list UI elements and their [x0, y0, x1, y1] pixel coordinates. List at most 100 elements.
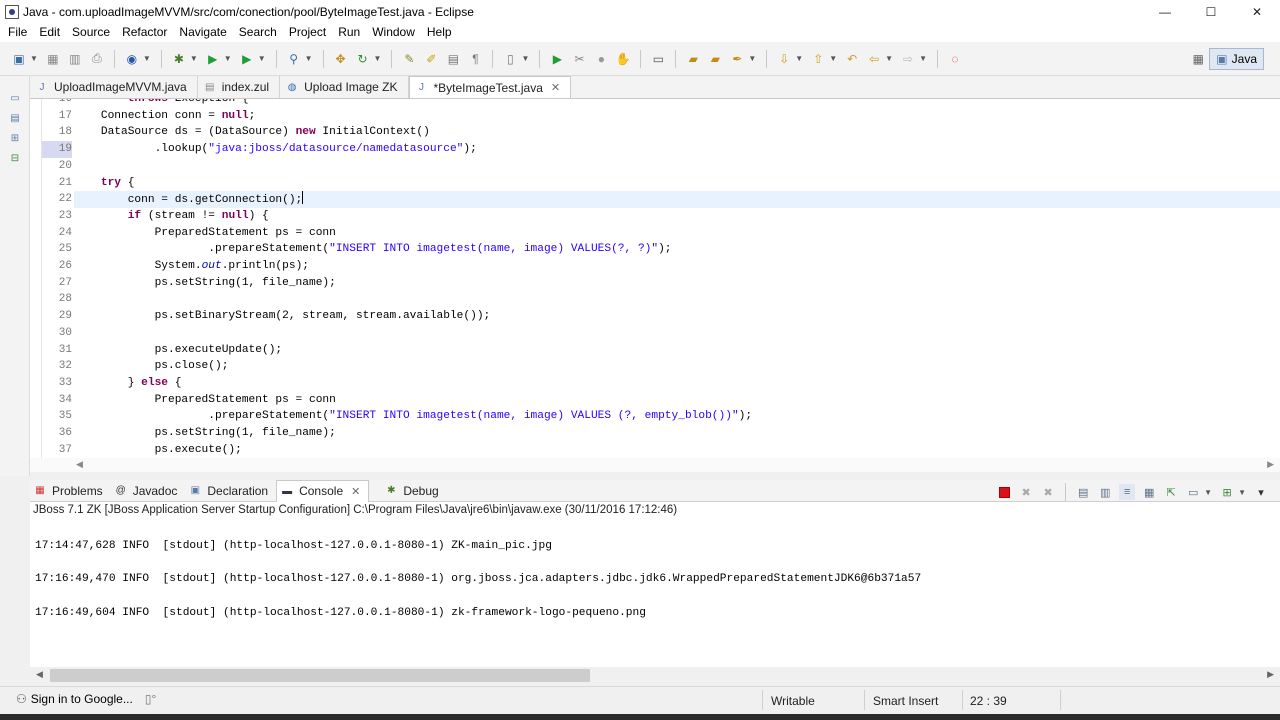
code-line[interactable]: ps.setBinaryStream(2, stream, stream.ava…: [74, 308, 1280, 325]
code-line[interactable]: System.out.println(ps);: [74, 258, 1280, 275]
package-explorer-icon[interactable]: ▤: [8, 112, 22, 126]
code-line[interactable]: try {: [74, 175, 1280, 192]
outline-icon[interactable]: ⊟: [8, 152, 22, 166]
minimize-button[interactable]: —: [1142, 0, 1188, 23]
pin-icon[interactable]: ✒: [729, 51, 745, 67]
forward-icon[interactable]: ⇨: [900, 51, 916, 67]
code-line[interactable]: ps.setString(1, file_name);: [74, 425, 1280, 442]
code-line[interactable]: conn = ds.getConnection();: [74, 191, 1280, 208]
save-icon[interactable]: ▦: [45, 51, 61, 67]
chevron-down-icon[interactable]: ▼: [885, 54, 893, 63]
tab-javadoc[interactable]: @ Javadoc: [111, 480, 186, 502]
code-line[interactable]: [74, 291, 1280, 308]
code-line[interactable]: .prepareStatement("INSERT INTO imagetest…: [74, 408, 1280, 425]
scrollbar-thumb[interactable]: [50, 669, 590, 682]
code-line[interactable]: .prepareStatement("INSERT INTO imagetest…: [74, 241, 1280, 258]
run-icon[interactable]: ▶: [205, 51, 221, 67]
block-selection-icon[interactable]: ▤: [445, 51, 461, 67]
chevron-down-icon[interactable]: ▼: [143, 54, 151, 63]
open-console-icon[interactable]: ⊞: [1219, 484, 1235, 500]
menu-refactor[interactable]: Refactor: [116, 23, 173, 42]
console-horizontal-scrollbar[interactable]: ◀ ▶: [30, 667, 1280, 684]
menu-source[interactable]: Source: [66, 23, 116, 42]
server-icon[interactable]: ▯: [502, 51, 518, 67]
scroll-right-icon[interactable]: ▶: [1267, 669, 1274, 680]
terminate-icon[interactable]: ●: [593, 51, 609, 67]
terminate-icon[interactable]: [996, 484, 1012, 500]
code-line[interactable]: if (stream != null) {: [74, 208, 1280, 225]
menu-navigate[interactable]: Navigate: [173, 23, 232, 42]
show-console-on-output-icon[interactable]: ▦: [1141, 484, 1157, 500]
code-line[interactable]: ps.setString(1, file_name);: [74, 275, 1280, 292]
scroll-right-icon[interactable]: ▶: [1267, 459, 1274, 470]
show-whitespace-icon[interactable]: ¶: [467, 51, 483, 67]
toggle-highlight-icon[interactable]: ✐: [423, 51, 439, 67]
menu-project[interactable]: Project: [283, 23, 332, 42]
chevron-down-icon[interactable]: ▼: [919, 54, 927, 63]
chevron-down-icon[interactable]: ▼: [1204, 488, 1212, 497]
code-line[interactable]: throws Exception {: [74, 99, 1280, 108]
code-line[interactable]: PreparedStatement ps = conn: [74, 392, 1280, 409]
debug-bug-icon[interactable]: ✱: [171, 51, 187, 67]
restore-icon[interactable]: ▭: [8, 92, 22, 106]
code-editor[interactable]: 16 17 18 19 20 21 22 23 24 25 26 27 28 29 30 31 32 33 34 35…: [30, 99, 1280, 471]
type-hierarchy-icon[interactable]: ⊞: [8, 132, 22, 146]
close-icon[interactable]: ✕: [551, 81, 560, 94]
scroll-lock-icon[interactable]: ▥: [1097, 484, 1113, 500]
code-line[interactable]: DataSource ds = (DataSource) new Initial…: [74, 124, 1280, 141]
clear-console-icon[interactable]: ▤: [1075, 484, 1091, 500]
menu-file[interactable]: File: [2, 23, 33, 42]
code-line[interactable]: ps.close();: [74, 358, 1280, 375]
tab-console[interactable]: ▬ Console ✕: [276, 479, 370, 502]
previous-annotation-icon[interactable]: ⇧: [810, 51, 826, 67]
console-output[interactable]: JBoss 7.1 ZK [JBoss Application Server S…: [30, 502, 1280, 667]
remove-launch-icon[interactable]: ✖: [1018, 484, 1034, 500]
chevron-down-icon[interactable]: ▼: [521, 54, 529, 63]
resume-icon[interactable]: ▶: [549, 51, 565, 67]
tab-problems[interactable]: ▦ Problems: [30, 480, 111, 502]
menu-run[interactable]: Run: [332, 23, 366, 42]
close-icon[interactable]: ✕: [351, 485, 360, 498]
scroll-left-icon[interactable]: ◀: [76, 459, 83, 470]
open-folder-icon[interactable]: ▰: [685, 51, 701, 67]
chevron-down-icon[interactable]: ▼: [1238, 488, 1246, 497]
chevron-down-icon[interactable]: ▼: [30, 54, 38, 63]
code-line[interactable]: ps.executeUpdate();: [74, 342, 1280, 359]
pin-console-icon[interactable]: ⇱: [1163, 484, 1179, 500]
print-icon[interactable]: ⎙: [89, 51, 105, 67]
refresh-icon[interactable]: ↻: [355, 51, 371, 67]
chevron-down-icon[interactable]: ▼: [748, 54, 756, 63]
open-perspective-icon[interactable]: ▦: [1190, 51, 1206, 67]
toggle-mark-icon[interactable]: ✎: [401, 51, 417, 67]
chevron-down-icon[interactable]: ▼: [374, 54, 382, 63]
word-wrap-icon[interactable]: ≡: [1119, 484, 1136, 500]
tab-index-zul[interactable]: ▤ index.zul: [198, 76, 281, 98]
tab-upload-image-zk[interactable]: ◍ Upload Image ZK: [280, 76, 409, 98]
code-line[interactable]: ps.execute();: [74, 442, 1280, 459]
menu-window[interactable]: Window: [366, 23, 421, 42]
menu-search[interactable]: Search: [233, 23, 283, 42]
save-all-icon[interactable]: ▥: [67, 51, 83, 67]
code-line[interactable]: } else {: [74, 375, 1280, 392]
jboss-server-icon[interactable]: ◉: [124, 51, 140, 67]
chevron-down-icon[interactable]: ▼: [795, 54, 803, 63]
editor-horizontal-scrollbar[interactable]: ◀ ▶: [30, 458, 1280, 472]
back-icon[interactable]: ⇦: [866, 51, 882, 67]
run-external-tool-icon[interactable]: ▶: [239, 51, 255, 67]
chevron-down-icon[interactable]: ▼: [258, 54, 266, 63]
last-edit-icon[interactable]: ↶: [844, 51, 860, 67]
code-line[interactable]: .lookup("java:jboss/datasource/namedatas…: [74, 141, 1280, 158]
google-signin[interactable]: ⚇ Sign in to Google... ▯°: [16, 692, 156, 706]
close-window-button[interactable]: ✕: [1234, 0, 1280, 23]
code-line[interactable]: PreparedStatement ps = conn: [74, 225, 1280, 242]
menu-edit[interactable]: Edit: [33, 23, 66, 42]
menu-help[interactable]: Help: [421, 23, 458, 42]
remove-all-terminated-icon[interactable]: ✖: [1040, 484, 1056, 500]
view-menu-icon[interactable]: ▾: [1253, 484, 1269, 500]
display-icon[interactable]: ▭: [650, 51, 666, 67]
next-annotation-icon[interactable]: ⇩: [776, 51, 792, 67]
chevron-down-icon[interactable]: ▼: [305, 54, 313, 63]
java-perspective-button[interactable]: ▣ Java: [1209, 48, 1264, 70]
code-line[interactable]: [74, 158, 1280, 175]
code-area[interactable]: throws Exception { Connection conn = nul…: [74, 99, 1280, 471]
